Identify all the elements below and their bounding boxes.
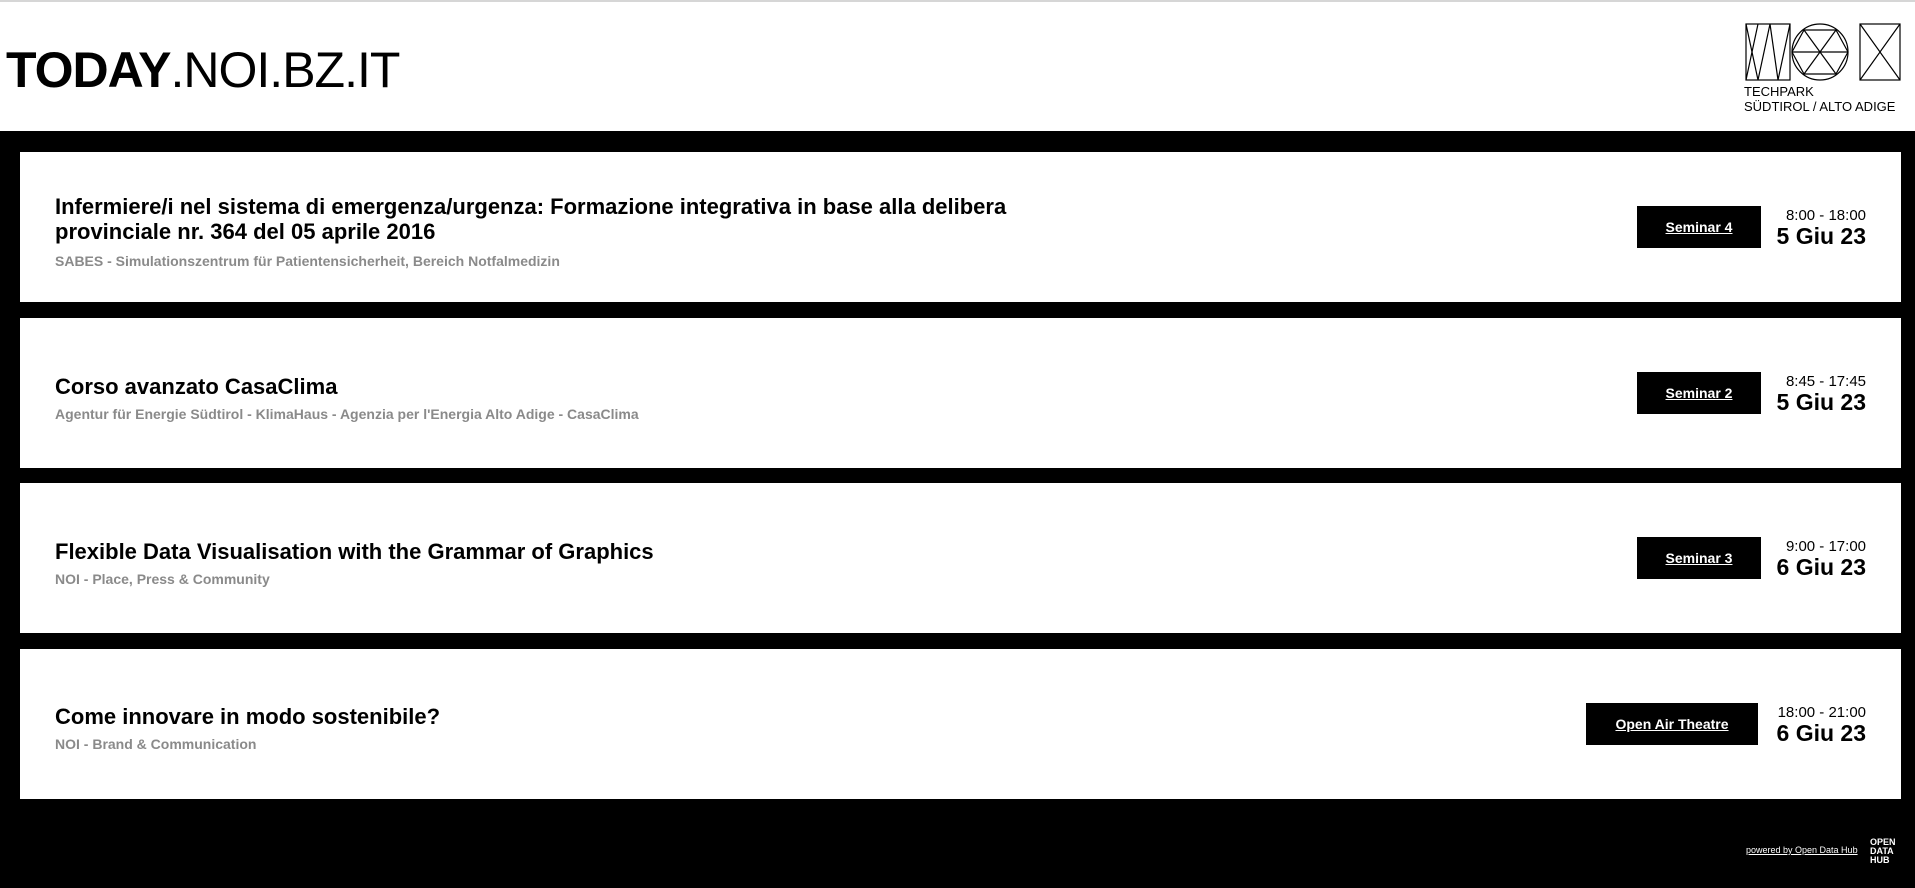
event-organizer: NOI - Place, Press & Community xyxy=(55,571,270,587)
room-button[interactable]: Seminar 4 xyxy=(1637,206,1761,248)
event-card[interactable]: Infermiere/i nel sistema di emergenza/ur… xyxy=(20,152,1901,302)
header: TODAY.NOI.BZ.IT TECHPARK SÜDTIROL / ALTO… xyxy=(0,0,1915,131)
event-title: Flexible Data Visualisation with the Gra… xyxy=(55,539,654,564)
room-button[interactable]: Seminar 3 xyxy=(1637,537,1761,579)
event-organizer: Agentur für Energie Südtirol - KlimaHaus… xyxy=(55,406,639,422)
event-date: 6 Giu 23 xyxy=(1776,554,1866,580)
event-card[interactable]: Flexible Data Visualisation with the Gra… xyxy=(20,483,1901,633)
site-title-light: .NOI.BZ.IT xyxy=(170,42,401,98)
event-date: 5 Giu 23 xyxy=(1776,223,1866,249)
event-card[interactable]: Corso avanzato CasaClima Agentur für Ene… xyxy=(20,318,1901,468)
event-hours: 8:00 - 18:00 xyxy=(1785,207,1866,224)
event-time: 8:00 - 18:00 5 Giu 23 xyxy=(1777,207,1866,249)
event-title: Infermiere/i nel sistema di emergenza/ur… xyxy=(55,194,1007,244)
logo-caption: TECHPARK SÜDTIROL / ALTO ADIGE xyxy=(1744,84,1895,114)
logo-line-2: SÜDTIROL / ALTO ADIGE xyxy=(1744,99,1896,114)
open-data-hub-logo[interactable]: OPEN DATA HUB xyxy=(1870,838,1898,865)
noi-logo[interactable]: TECHPARK SÜDTIROL / ALTO ADIGE xyxy=(1744,22,1904,122)
event-hours: 18:00 - 21:00 xyxy=(1777,704,1866,721)
logo-word: HUB xyxy=(1870,855,1890,865)
event-organizer: NOI - Brand & Communication xyxy=(55,736,257,752)
event-time: 9:00 - 17:00 6 Giu 23 xyxy=(1777,538,1866,580)
noi-logo-icon xyxy=(1745,23,1901,81)
site-title[interactable]: TODAY.NOI.BZ.IT xyxy=(6,42,401,98)
event-card[interactable]: Come innovare in modo sostenibile? NOI -… xyxy=(20,649,1901,799)
event-date: 6 Giu 23 xyxy=(1776,720,1866,746)
room-button[interactable]: Open Air Theatre xyxy=(1586,703,1758,745)
powered-by-link[interactable]: powered by Open Data Hub xyxy=(1746,845,1858,855)
event-organizer: SABES - Simulationszentrum für Patienten… xyxy=(55,253,560,269)
event-hours: 8:45 - 17:45 xyxy=(1785,373,1866,390)
logo-line-1: TECHPARK xyxy=(1744,84,1814,99)
event-date: 5 Giu 23 xyxy=(1776,389,1866,415)
event-hours: 9:00 - 17:00 xyxy=(1785,538,1866,555)
event-title: Corso avanzato CasaClima xyxy=(55,374,338,399)
event-title: Come innovare in modo sostenibile? xyxy=(55,704,441,729)
room-button[interactable]: Seminar 2 xyxy=(1637,372,1761,414)
site-title-bold: TODAY xyxy=(6,42,172,98)
event-time: 18:00 - 21:00 6 Giu 23 xyxy=(1777,704,1866,746)
event-time: 8:45 - 17:45 5 Giu 23 xyxy=(1777,373,1866,415)
